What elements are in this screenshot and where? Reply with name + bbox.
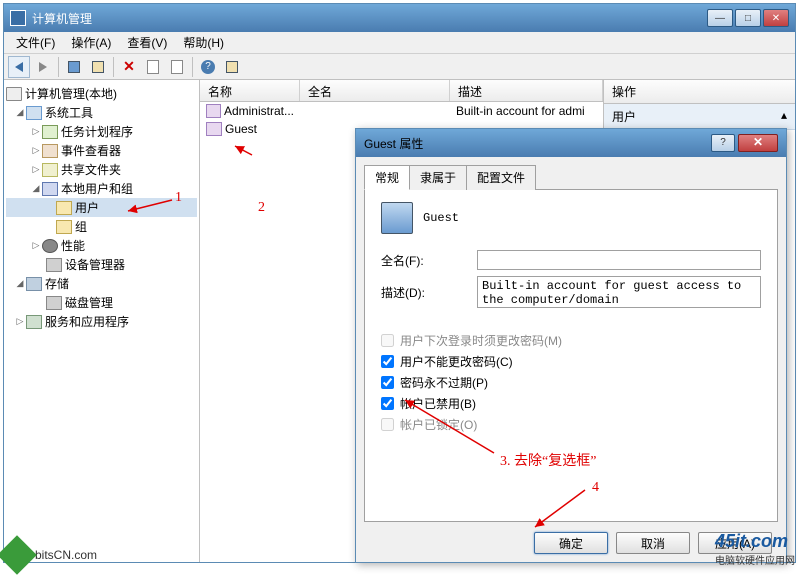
- tree-tasksched[interactable]: ▷任务计划程序: [6, 122, 197, 141]
- tree-eventviewer[interactable]: ▷事件查看器: [6, 141, 197, 160]
- close-button[interactable]: ✕: [763, 9, 789, 27]
- dialog-titlebar[interactable]: Guest 属性 ? ✕: [356, 129, 786, 157]
- col-desc[interactable]: 描述: [450, 80, 603, 101]
- minimize-button[interactable]: —: [707, 9, 733, 27]
- ok-button[interactable]: 确定: [534, 532, 608, 554]
- tab-panel-general: Guest 全名(F): 描述(D): Built-in account for…: [364, 190, 778, 522]
- toolbar-icon[interactable]: [63, 56, 85, 78]
- tree-devmgr[interactable]: 设备管理器: [6, 255, 197, 274]
- window-title: 计算机管理: [32, 10, 92, 27]
- chk-locked: 帐户已锁定(O): [381, 416, 761, 433]
- tree-localusers[interactable]: ◢本地用户和组: [6, 179, 197, 198]
- delete-button[interactable]: ✕: [118, 56, 140, 78]
- menu-action[interactable]: 操作(A): [63, 34, 119, 51]
- toolbar: ✕ ?: [4, 54, 795, 80]
- tree-pane: 计算机管理(本地) ◢系统工具 ▷任务计划程序 ▷事件查看器 ▷共享文件夹 ◢本…: [4, 80, 200, 562]
- dialog-title: Guest 属性: [364, 135, 711, 152]
- forward-button: [32, 56, 54, 78]
- chk-mustchange: 用户下次登录时须更改密码(M): [381, 332, 761, 349]
- menu-file[interactable]: 文件(F): [8, 34, 63, 51]
- watermark-bottom-left: bitsCN.com: [3, 541, 97, 569]
- tree-shared[interactable]: ▷共享文件夹: [6, 160, 197, 179]
- toolbar-icon[interactable]: [166, 56, 188, 78]
- tree-users[interactable]: 用户: [6, 198, 197, 217]
- fullname-input[interactable]: [477, 250, 761, 270]
- user-icon: [381, 202, 413, 234]
- menu-view[interactable]: 查看(V): [119, 34, 175, 51]
- watermark-bottom-right: 45it.com 电脑软硬件应用网: [715, 531, 795, 567]
- guest-properties-dialog: Guest 属性 ? ✕ 常规 隶属于 配置文件 Guest 全名(F): 描述…: [355, 128, 787, 563]
- tree-diskmgr[interactable]: 磁盘管理: [6, 293, 197, 312]
- actions-header: 操作: [604, 80, 795, 104]
- tree-perf[interactable]: ▷性能: [6, 236, 197, 255]
- chk-cantchange[interactable]: 用户不能更改密码(C): [381, 353, 761, 370]
- user-icon: [206, 122, 222, 136]
- tree-services[interactable]: ▷服务和应用程序: [6, 312, 197, 331]
- help-button[interactable]: ?: [197, 56, 219, 78]
- col-fullname[interactable]: 全名: [300, 80, 450, 101]
- menubar: 文件(F) 操作(A) 查看(V) 帮助(H): [4, 32, 795, 54]
- cancel-button[interactable]: 取消: [616, 532, 690, 554]
- fullname-label: 全名(F):: [381, 252, 477, 269]
- tree-storage[interactable]: ◢存储: [6, 274, 197, 293]
- tabs: 常规 隶属于 配置文件: [364, 165, 778, 190]
- dialog-close-button[interactable]: ✕: [738, 134, 778, 152]
- dialog-help-button[interactable]: ?: [711, 134, 735, 152]
- toolbar-icon[interactable]: [87, 56, 109, 78]
- toolbar-icon[interactable]: [142, 56, 164, 78]
- tab-general[interactable]: 常规: [364, 165, 410, 190]
- cube-icon: [0, 535, 37, 575]
- chk-disabled[interactable]: 帐户已禁用(B): [381, 395, 761, 412]
- desc-input[interactable]: Built-in account for guest access to the…: [477, 276, 761, 308]
- app-icon: [10, 10, 26, 26]
- action-user[interactable]: 用户▴: [604, 104, 795, 130]
- tree-root[interactable]: 计算机管理(本地): [6, 84, 197, 103]
- tree-systools[interactable]: ◢系统工具: [6, 103, 197, 122]
- back-button[interactable]: [8, 56, 30, 78]
- toolbar-icon[interactable]: [221, 56, 243, 78]
- user-icon: [206, 104, 221, 118]
- tree-groups[interactable]: 组: [6, 217, 197, 236]
- menu-help[interactable]: 帮助(H): [175, 34, 232, 51]
- col-name[interactable]: 名称: [200, 80, 300, 101]
- titlebar[interactable]: 计算机管理 — □ ✕: [4, 4, 795, 32]
- username-label: Guest: [423, 211, 459, 225]
- chk-noexpire[interactable]: 密码永不过期(P): [381, 374, 761, 391]
- tab-member[interactable]: 隶属于: [409, 165, 467, 190]
- desc-label: 描述(D):: [381, 284, 477, 301]
- maximize-button[interactable]: □: [735, 9, 761, 27]
- list-row-admin[interactable]: Administrat... Built-in account for admi: [200, 102, 603, 120]
- tab-profile[interactable]: 配置文件: [466, 165, 536, 190]
